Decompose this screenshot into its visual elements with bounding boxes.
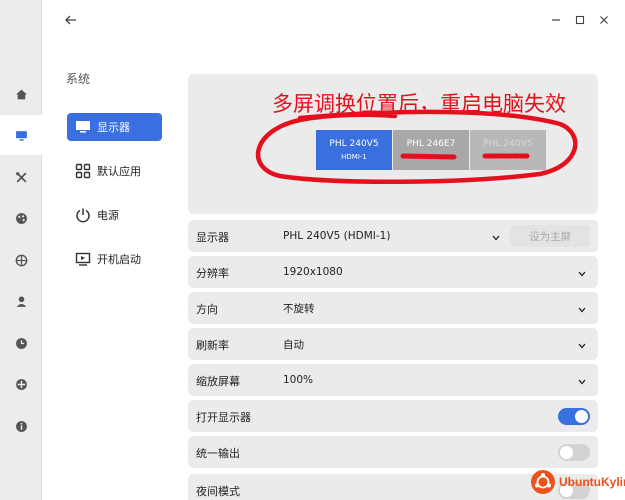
nav-item-label: 开机启动 [97, 253, 141, 266]
orientation-label: 方向 [196, 303, 218, 316]
nav-item-autostart[interactable]: 开机启动 [67, 245, 162, 273]
minimize-icon[interactable] [548, 12, 564, 28]
toggle-knob [560, 446, 573, 459]
annotation-text: 多屏调换位置后，重启电脑失效 [272, 92, 566, 116]
refresh-rate-label: 刷新率 [196, 339, 229, 352]
chevron-down-icon [578, 304, 586, 316]
watermark-text: UbuntuKylin [559, 475, 625, 489]
display-label: 显示器 [196, 231, 229, 244]
monitor-tile-3[interactable]: PHL 240V5 DVI-1-0 [470, 130, 546, 170]
open-display-label: 打开显示器 [196, 411, 251, 424]
unified-output-toggle[interactable] [558, 444, 590, 461]
set-primary-button[interactable]: 设为主屏 [510, 225, 590, 247]
nav-item-power[interactable]: 电源 [67, 201, 162, 229]
nav-item-label: 电源 [97, 209, 119, 222]
display-select[interactable]: PHL 240V5 (HDMI-1) [280, 226, 504, 246]
autostart-icon [69, 251, 97, 267]
network-icon[interactable] [0, 240, 42, 280]
scale-select[interactable]: 100% [280, 370, 590, 390]
section-title: 系统 [66, 72, 91, 86]
scale-row: 缩放屏幕 100% [188, 364, 598, 396]
resolution-select-value: 1920x1080 [283, 266, 343, 278]
monitor-name: PHL 240V5 [329, 139, 379, 149]
orientation-select[interactable]: 不旋转 [280, 298, 590, 318]
nav-item-label: 显示器 [97, 121, 130, 134]
update-icon[interactable] [0, 364, 42, 404]
info-icon[interactable] [0, 406, 42, 446]
chevron-down-icon [578, 268, 586, 280]
refresh-rate-select[interactable]: 自动 [280, 334, 590, 354]
close-icon[interactable] [596, 12, 612, 28]
monitor-port: DVI-1-0 [494, 153, 522, 161]
resolution-row: 分辨率 1920x1080 [188, 256, 598, 288]
open-display-row: 打开显示器 [188, 400, 598, 432]
monitor-tile-1[interactable]: PHL 240V5 HDMI-1 [316, 130, 392, 170]
refresh-rate-select-value: 自动 [283, 338, 304, 351]
night-mode-label: 夜间模式 [196, 485, 240, 498]
monitor-name: PHL 246E7 [406, 139, 456, 149]
display-select-row: 显示器 PHL 240V5 (HDMI-1) 设为主屏 [188, 220, 598, 252]
unified-output-row: 统一输出 [188, 436, 598, 468]
time-icon[interactable] [0, 323, 42, 363]
monitor-icon [69, 120, 97, 134]
monitor-port: DVI-1-0 [417, 153, 445, 161]
apps-grid-icon [69, 163, 97, 179]
home-icon[interactable] [0, 74, 42, 114]
nav-item-label: 默认应用 [97, 165, 141, 178]
chevron-down-icon [492, 232, 500, 244]
nav-item-display[interactable]: 显示器 [67, 113, 162, 141]
display-select-value: PHL 240V5 (HDMI-1) [283, 230, 391, 242]
account-icon[interactable] [0, 281, 42, 321]
scale-label: 缩放屏幕 [196, 375, 240, 388]
devices-icon[interactable] [0, 157, 42, 197]
chevron-down-icon [578, 340, 586, 352]
resolution-label: 分辨率 [196, 267, 229, 280]
back-arrow-icon[interactable] [62, 12, 80, 28]
monitor-port: HDMI-1 [341, 153, 367, 161]
ubuntukylin-watermark: UbuntuKylin [531, 470, 625, 494]
toggle-knob [575, 410, 588, 423]
system-icon[interactable] [0, 115, 42, 155]
monitor-tile-2[interactable]: PHL 246E7 DVI-1-0 [393, 130, 469, 170]
ubuntukylin-logo-icon [531, 470, 555, 494]
monitor-name: PHL 240V5 [483, 139, 533, 149]
scale-select-value: 100% [283, 374, 314, 386]
maximize-icon[interactable] [572, 12, 588, 28]
unified-output-label: 统一输出 [196, 447, 240, 460]
power-icon [69, 207, 97, 223]
personalize-icon[interactable] [0, 198, 42, 238]
chevron-down-icon [578, 376, 586, 388]
refresh-rate-row: 刷新率 自动 [188, 328, 598, 360]
open-display-toggle[interactable] [558, 408, 590, 425]
orientation-select-value: 不旋转 [283, 302, 315, 315]
orientation-row: 方向 不旋转 [188, 292, 598, 324]
category-icon-bar [0, 0, 42, 500]
nav-item-default-apps[interactable]: 默认应用 [67, 157, 162, 185]
resolution-select[interactable]: 1920x1080 [280, 262, 590, 282]
